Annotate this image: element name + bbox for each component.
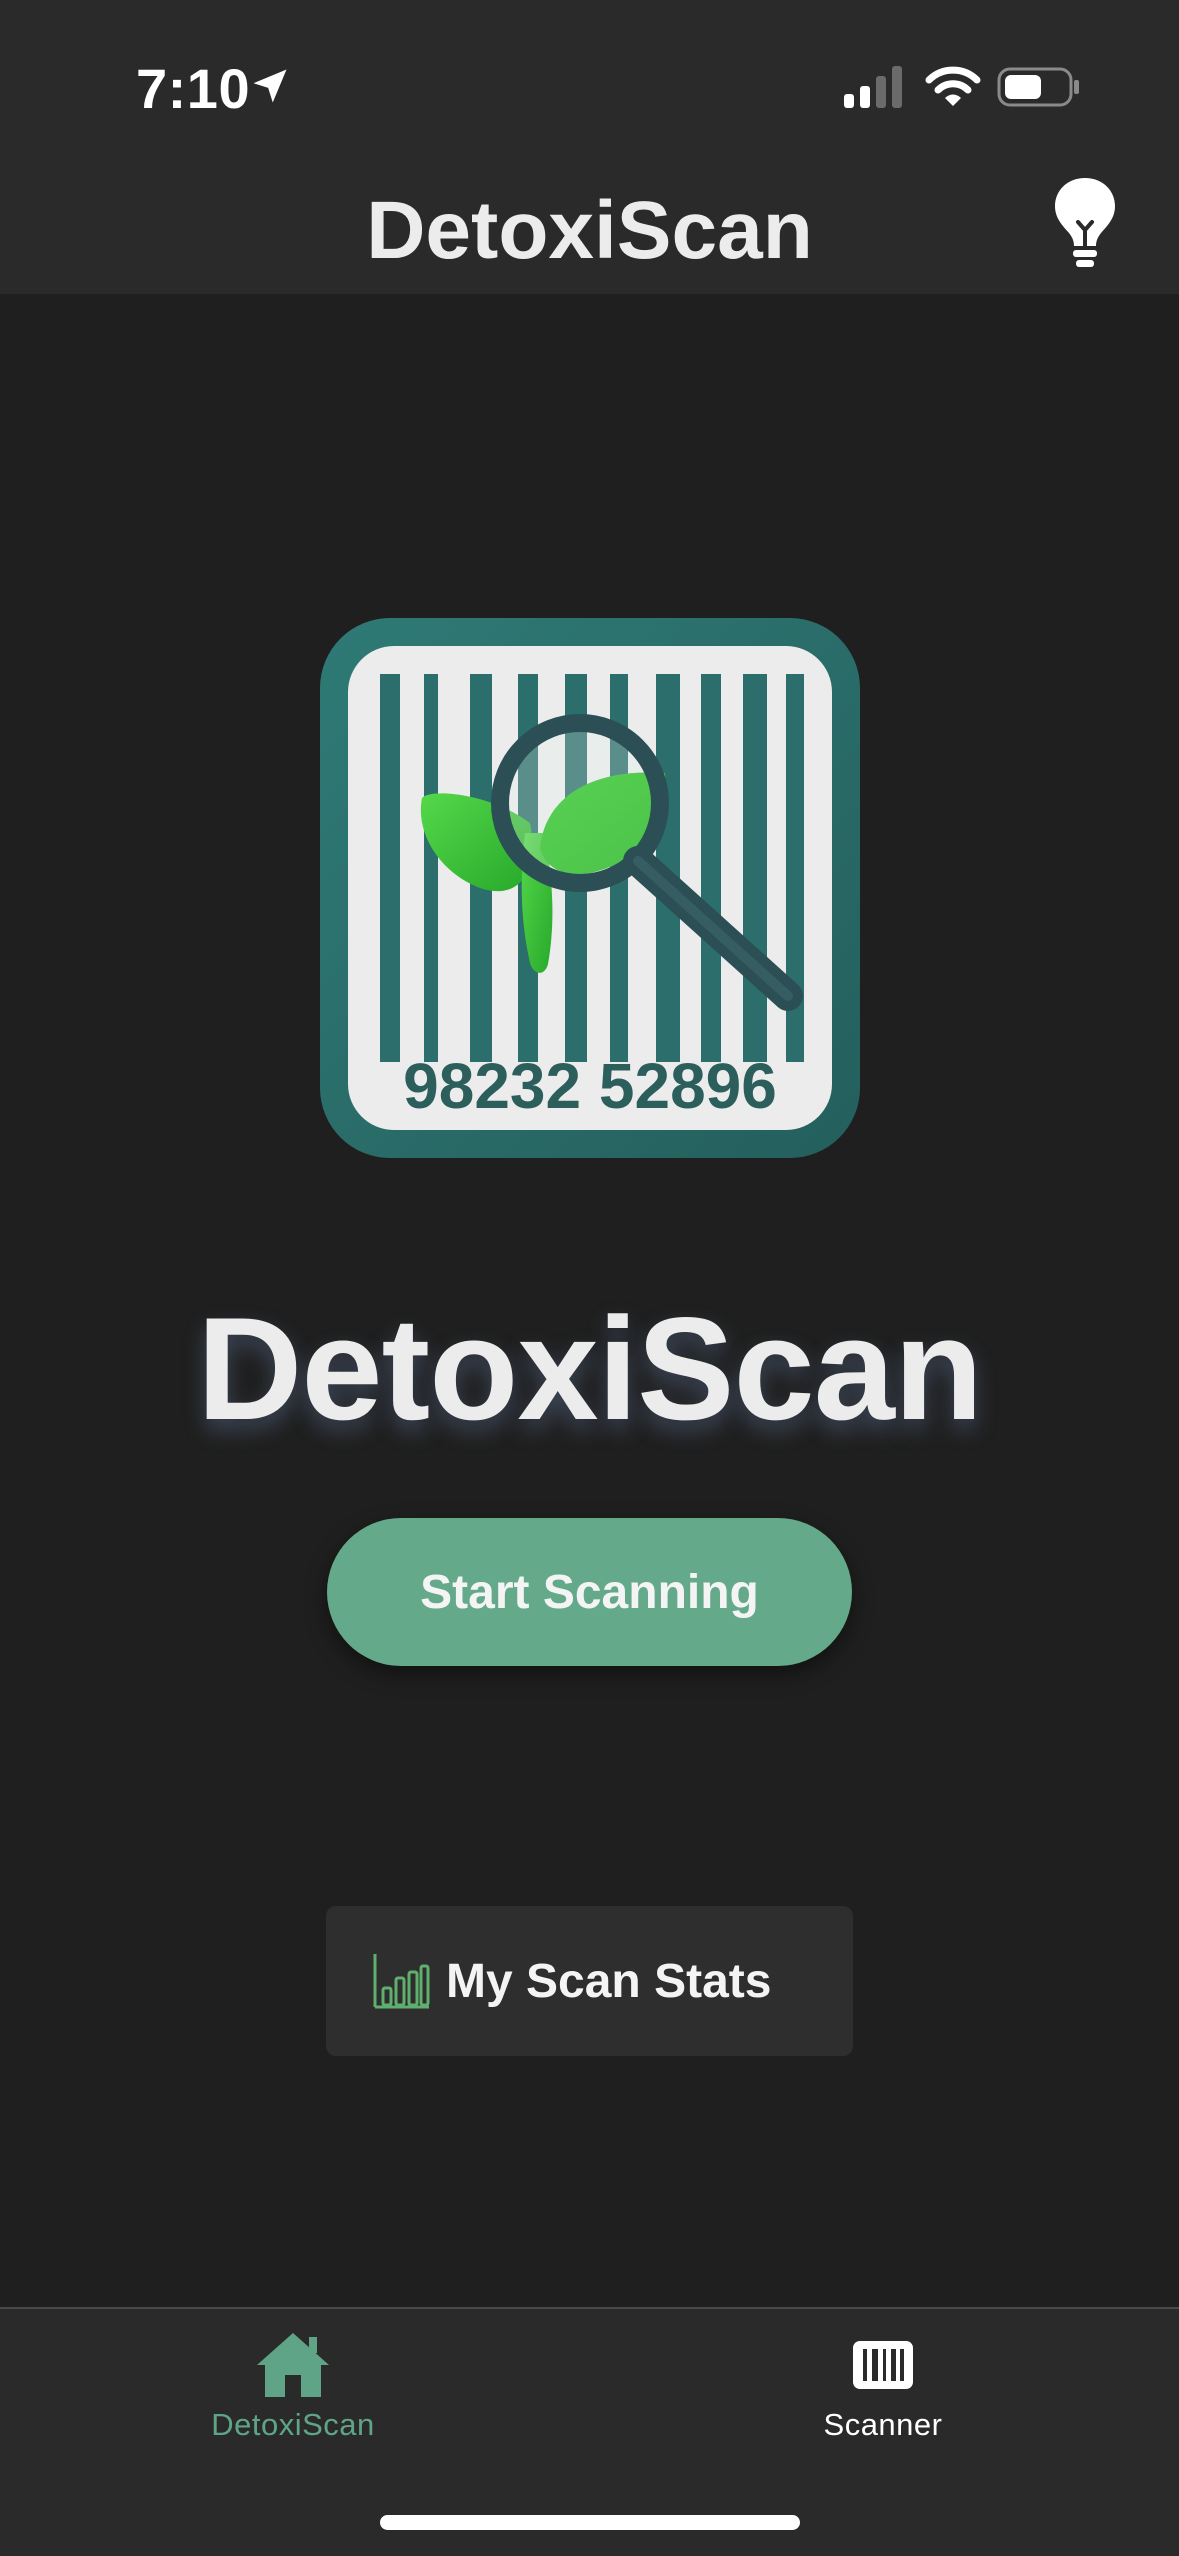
home-screen: 7:10 DetoxiScan 98232 52896 DetoxiScan S… <box>0 0 1179 2556</box>
home-indicator <box>380 2515 800 2530</box>
status-time: 7:10 <box>136 57 251 120</box>
tab-detoxiscan-label: DetoxiScan <box>211 2407 375 2442</box>
tab-scanner[interactable]: Scanner <box>733 2329 1033 2459</box>
barcode-number: 98232 52896 <box>403 1050 777 1122</box>
tab-scanner-label: Scanner <box>823 2407 943 2442</box>
wifi-icon <box>925 66 981 106</box>
lightbulb-icon[interactable] <box>1052 174 1118 270</box>
tab-detoxiscan[interactable]: DetoxiScan <box>143 2329 443 2459</box>
hero-title: DetoxiScan <box>196 1287 983 1450</box>
bar-chart-icon <box>373 1954 430 2009</box>
header-title: DetoxiScan <box>366 185 813 276</box>
barcode-leaf-magnifier-logo: 98232 52896 <box>320 618 860 1158</box>
barcode-icon <box>853 2341 913 2389</box>
start-scanning-button[interactable]: Start Scanning <box>327 1518 852 1666</box>
home-icon <box>257 2333 329 2397</box>
my-scan-stats-button[interactable]: My Scan Stats <box>326 1906 853 2056</box>
location-arrow-icon <box>253 69 287 103</box>
cellular-signal-icon <box>844 66 902 108</box>
my-scan-stats-label: My Scan Stats <box>446 1954 772 2008</box>
battery-icon <box>997 67 1079 107</box>
start-scanning-label: Start Scanning <box>420 1565 759 1619</box>
navigation-header: 7:10 DetoxiScan <box>0 0 1179 294</box>
